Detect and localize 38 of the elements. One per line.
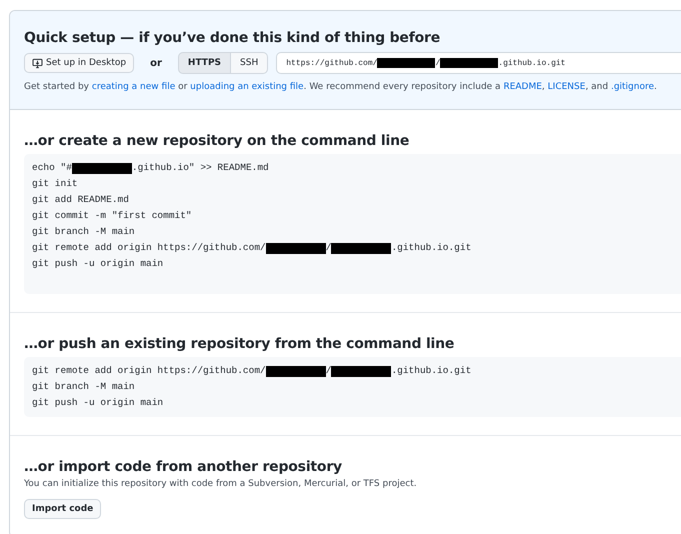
desktop-button[interactable]: Set up in Desktop bbox=[24, 53, 134, 73]
redaction-bar bbox=[266, 366, 326, 376]
redaction-bar bbox=[331, 242, 392, 254]
section-title: …or push an existing repository from the command line bbox=[24, 335, 456, 353]
hint-link[interactable]: creating a new file bbox=[92, 82, 176, 92]
code-text: / bbox=[326, 241, 332, 255]
code-text: git commit -m "first commit" bbox=[32, 209, 192, 223]
hint-link[interactable]: README bbox=[503, 82, 542, 92]
section-title: Quick setup — if you’ve done this kind of thing before bbox=[24, 29, 442, 47]
hint-link[interactable]: LICENSE bbox=[548, 82, 586, 92]
code-text: git push -u origin main bbox=[32, 396, 164, 410]
code-text: git push -u origin main bbox=[32, 257, 164, 271]
code-text: git branch -M main bbox=[32, 225, 135, 239]
desktop-icon bbox=[32, 58, 43, 68]
or-label: or bbox=[150, 58, 162, 68]
code-text: git add README.md bbox=[32, 193, 129, 207]
code-text: / bbox=[326, 364, 332, 378]
redaction-bar bbox=[266, 242, 326, 254]
hint-link[interactable]: uploading an existing file bbox=[190, 82, 304, 92]
clone-url-field[interactable]: https://github.com/ / .github.io.git bbox=[276, 52, 681, 74]
section-title: …or import code from another repository bbox=[24, 458, 343, 476]
protocol-tab[interactable]: HTTPS bbox=[178, 52, 232, 74]
code-text: echo "# bbox=[32, 161, 72, 175]
import-code-button[interactable]: Import code bbox=[24, 499, 102, 519]
redaction-bar bbox=[72, 162, 132, 174]
code-text: .github.io.git bbox=[391, 241, 472, 255]
code-text: git branch -M main bbox=[32, 380, 135, 394]
code-text: git remote add origin https://github.com/ bbox=[32, 241, 266, 255]
hint-link[interactable]: .gitignore bbox=[610, 82, 654, 92]
setup-hint: Get started by creating a new file or uploading an existing file. We recommend every repository include a README, LICENSE, and .gitignore. bbox=[24, 82, 658, 92]
code-text: git init bbox=[32, 177, 78, 191]
section-title: …or create a new repository on the command line bbox=[24, 132, 410, 150]
code-text: .github.io" >> README.md bbox=[132, 161, 269, 175]
protocol-tab[interactable]: SSH bbox=[231, 52, 268, 74]
code-text: .github.io.git bbox=[391, 364, 472, 378]
code-text: git remote add origin https://github.com/ bbox=[32, 364, 266, 378]
import-description: You can initialize this repository with code from a Subversion, Mercurial, or TFS project. bbox=[24, 479, 418, 489]
redaction-bar bbox=[331, 366, 392, 376]
